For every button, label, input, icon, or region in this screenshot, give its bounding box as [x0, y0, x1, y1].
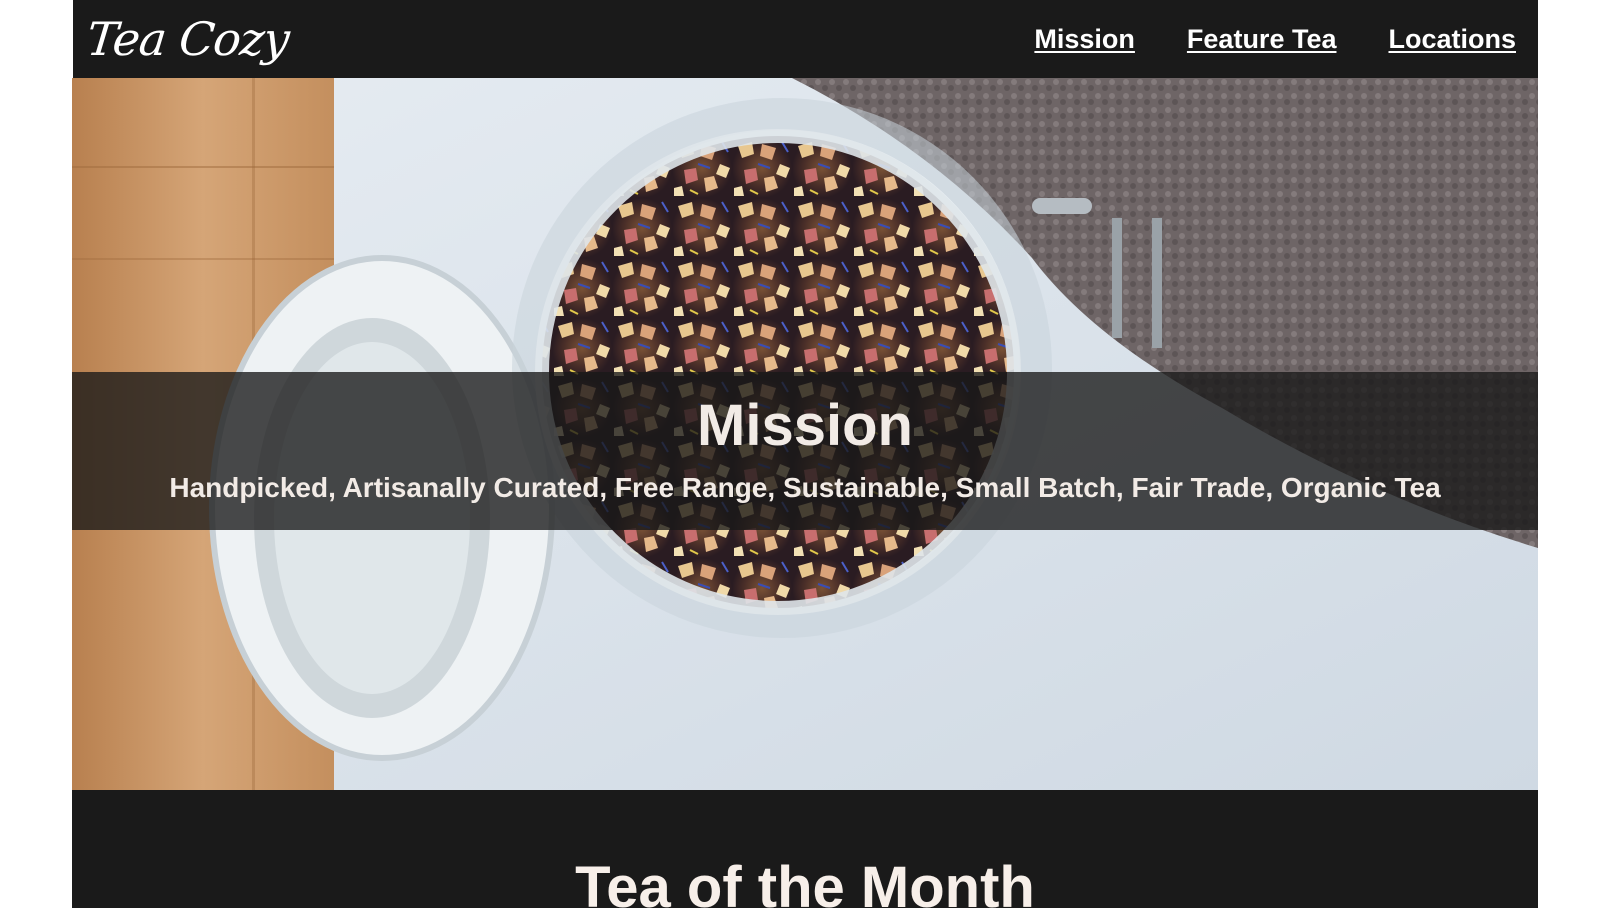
logo[interactable]: Tea Cozy — [83, 4, 292, 74]
mission-title: Mission — [697, 393, 913, 458]
mission-hero: Mission Handpicked, Artisanally Curated,… — [72, 78, 1538, 790]
nav-link-mission[interactable]: Mission — [1034, 24, 1135, 55]
tea-of-the-month-section: Tea of the Month — [72, 790, 1538, 908]
nav-link-locations[interactable]: Locations — [1388, 24, 1516, 55]
main-nav: Mission Feature Tea Locations — [1034, 0, 1516, 78]
mission-tagline: Handpicked, Artisanally Curated, Free Ra… — [169, 472, 1441, 503]
tea-of-the-month-heading: Tea of the Month — [575, 855, 1035, 908]
page: Tea Cozy Mission Feature Tea Locations M… — [0, 0, 1615, 908]
site-header: Tea Cozy Mission Feature Tea Locations — [73, 0, 1538, 78]
nav-link-feature-tea[interactable]: Feature Tea — [1187, 24, 1337, 55]
page-container: Tea Cozy Mission Feature Tea Locations M… — [72, 0, 1538, 908]
mission-banner: Mission Handpicked, Artisanally Curated,… — [72, 372, 1538, 530]
